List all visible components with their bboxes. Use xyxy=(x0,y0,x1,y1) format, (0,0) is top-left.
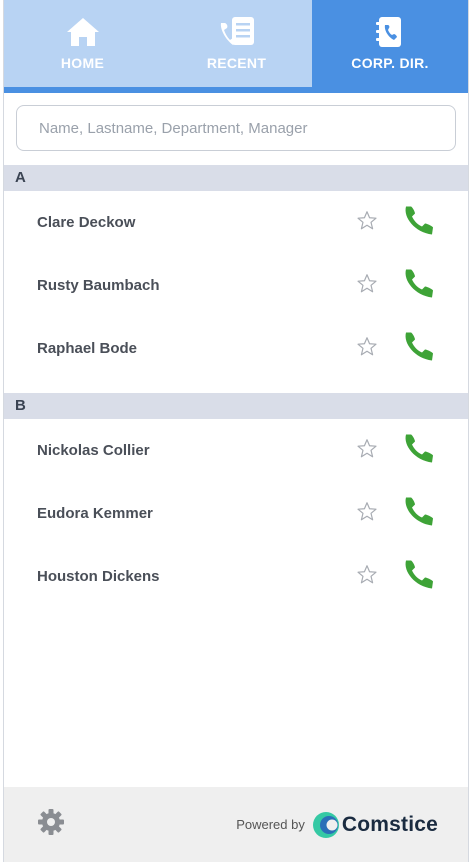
star-icon[interactable] xyxy=(356,437,378,464)
star-icon[interactable] xyxy=(356,335,378,362)
section-b: B Nickolas Collier Eudora Kemmer Houston… xyxy=(4,393,468,608)
home-icon xyxy=(65,15,101,49)
section-a: A Clare Deckow Rusty Baumbach Raphael Bo… xyxy=(4,165,468,380)
star-icon[interactable] xyxy=(356,209,378,236)
search-container xyxy=(4,93,468,151)
phone-call-icon[interactable] xyxy=(402,431,436,470)
tab-bar: HOME RECENT CORP. DIR. xyxy=(4,0,468,87)
gear-icon[interactable] xyxy=(37,808,65,841)
tab-home[interactable]: HOME xyxy=(4,0,161,87)
section-header: A xyxy=(4,165,468,191)
star-icon[interactable] xyxy=(356,272,378,299)
section-header: B xyxy=(4,393,468,419)
tab-recent-label: RECENT xyxy=(206,55,267,71)
powered-by-text: Powered by xyxy=(236,817,305,832)
tab-corp-dir-label: CORP. DIR. xyxy=(351,55,429,71)
tab-corp-dir[interactable]: CORP. DIR. xyxy=(312,0,468,87)
tab-home-label: HOME xyxy=(60,55,105,71)
contact-row[interactable]: Clare Deckow xyxy=(4,191,468,254)
phone-call-icon[interactable] xyxy=(402,557,436,596)
star-icon[interactable] xyxy=(356,563,378,590)
phone-call-icon[interactable] xyxy=(402,266,436,305)
contact-row[interactable]: Rusty Baumbach xyxy=(4,254,468,317)
tab-recent[interactable]: RECENT xyxy=(161,0,312,87)
app-frame: HOME RECENT CORP. DIR. Name, Lastname, D… xyxy=(3,0,469,862)
directory-icon xyxy=(374,15,406,49)
search-input[interactable] xyxy=(16,105,456,151)
phone-call-icon[interactable] xyxy=(402,203,436,242)
comstice-logo: Comstice xyxy=(312,811,438,839)
recent-calls-icon xyxy=(217,15,257,49)
star-icon[interactable] xyxy=(356,500,378,527)
footer: Powered by Comstice xyxy=(4,787,468,862)
phone-call-icon[interactable] xyxy=(402,329,436,368)
contact-row[interactable]: Raphael Bode xyxy=(4,317,468,380)
brand-name: Comstice xyxy=(341,812,438,836)
contact-row[interactable]: Houston Dickens xyxy=(4,545,468,608)
contact-directory: A Clare Deckow Rusty Baumbach Raphael Bo… xyxy=(4,165,468,608)
phone-call-icon[interactable] xyxy=(402,494,436,533)
contact-row[interactable]: Nickolas Collier xyxy=(4,419,468,482)
comstice-logo-icon xyxy=(312,811,339,838)
contact-row[interactable]: Eudora Kemmer xyxy=(4,482,468,545)
